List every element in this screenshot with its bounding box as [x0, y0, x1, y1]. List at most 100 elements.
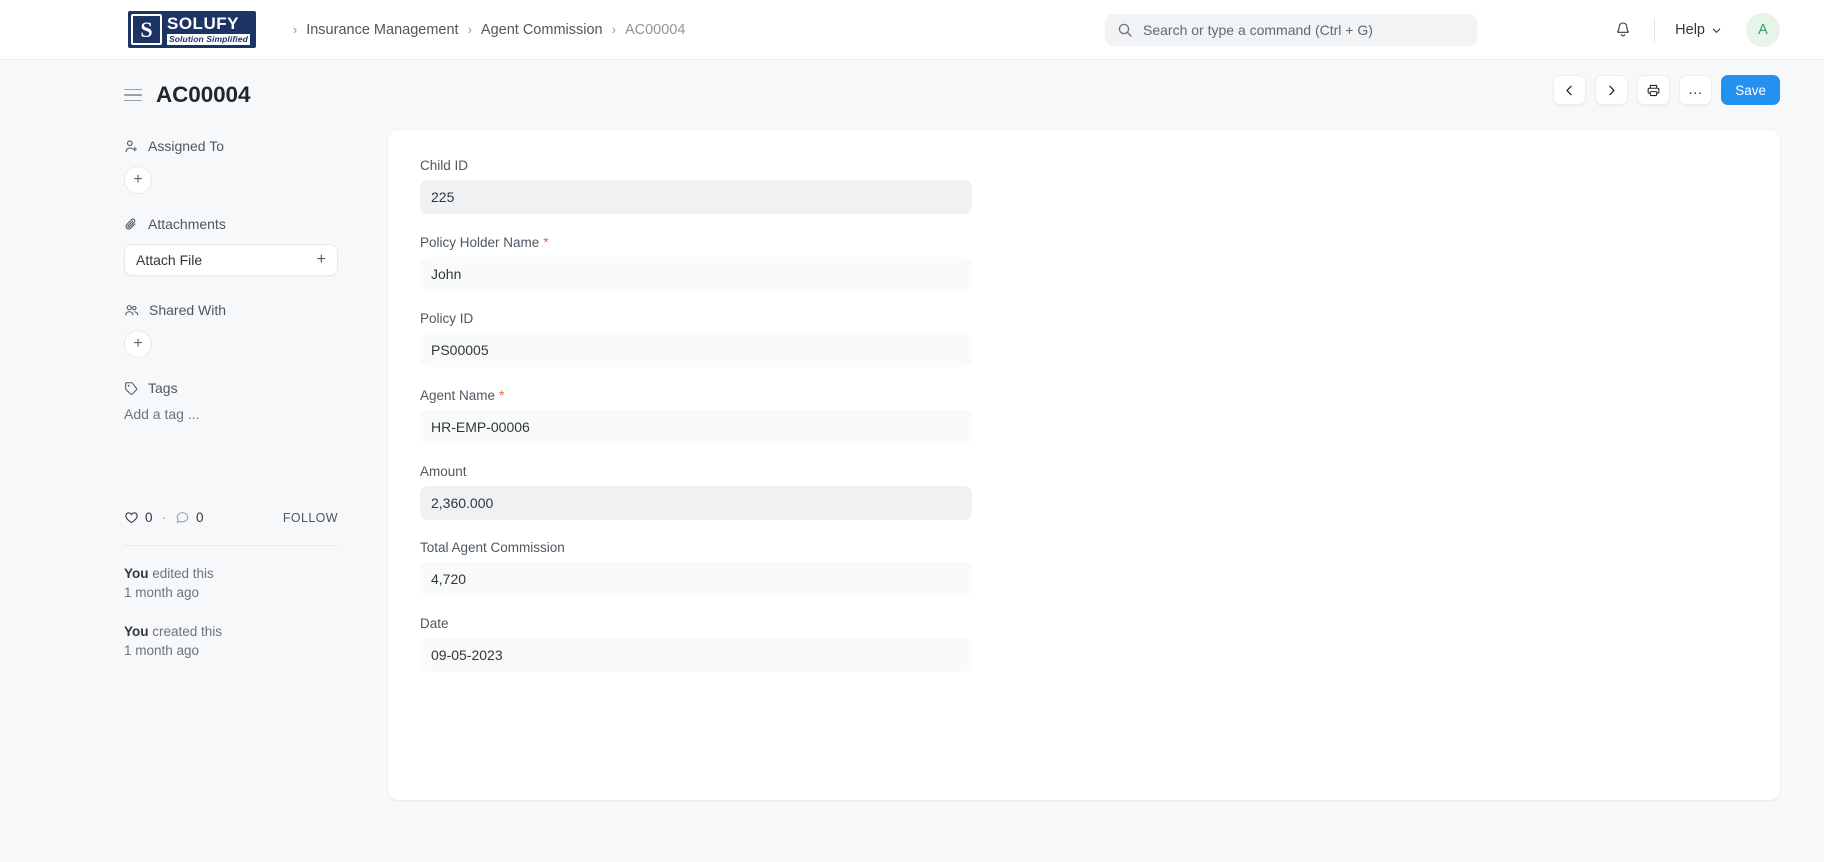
form-card: Child ID Policy Holder Name * Policy ID …	[388, 130, 1780, 800]
breadcrumb: › Insurance Management › Agent Commissio…	[284, 22, 686, 38]
paperclip-icon	[125, 218, 136, 230]
chevron-down-icon	[1712, 28, 1721, 33]
chevron-right-icon	[1609, 85, 1615, 95]
assigned-to-header: Assigned To	[124, 138, 338, 154]
social-actions: 0 · 0 FOLLOW	[124, 510, 338, 525]
breadcrumb-separator-icon: ›	[292, 22, 298, 37]
date-input[interactable]	[420, 638, 972, 672]
attach-file-label: Attach File	[136, 252, 203, 268]
sidebar-toggle-icon[interactable]	[124, 88, 142, 102]
document-sidebar: Assigned To + Attachments Attach File +	[124, 130, 338, 680]
help-menu-button[interactable]: Help	[1669, 18, 1728, 42]
add-share-button[interactable]: +	[124, 330, 152, 358]
field-date: Date	[388, 616, 1780, 672]
field-agent-name: Agent Name *	[388, 387, 1780, 444]
agent-name-input[interactable]	[420, 410, 972, 444]
policy-holder-name-input[interactable]	[420, 257, 972, 291]
activity-action: edited this	[148, 566, 214, 581]
total-agent-commission-input[interactable]	[420, 562, 972, 596]
logo-tagline: Solution Simplified	[167, 33, 250, 45]
printer-icon	[1647, 84, 1660, 96]
top-navbar: S SOLUFY Solution Simplified › Insurance…	[0, 0, 1824, 60]
field-label-text: Policy ID	[420, 311, 474, 326]
activity-time: 1 month ago	[124, 585, 200, 600]
app-logo[interactable]: S SOLUFY Solution Simplified	[128, 11, 256, 48]
field-total-agent-commission: Total Agent Commission	[388, 540, 1780, 596]
attach-file-plus-icon: +	[316, 251, 326, 268]
field-label: Amount	[420, 464, 1748, 479]
bell-icon	[1617, 22, 1630, 37]
social-separator: ·	[161, 510, 167, 525]
breadcrumb-item-insurance-management[interactable]: Insurance Management	[306, 22, 458, 38]
previous-document-button[interactable]	[1553, 75, 1587, 105]
attach-file-button[interactable]: Attach File +	[124, 244, 338, 276]
logo-badge: S SOLUFY Solution Simplified	[128, 11, 256, 48]
more-options-button[interactable]: …	[1679, 75, 1713, 105]
follow-button[interactable]: FOLLOW	[283, 511, 338, 525]
shared-with-header: Shared With	[124, 302, 338, 318]
tags-section: Tags Add a tag ...	[124, 380, 338, 422]
notifications-button[interactable]	[1606, 13, 1640, 47]
logo-text: SOLUFY Solution Simplified	[167, 14, 253, 45]
policy-id-input[interactable]	[420, 333, 972, 367]
field-amount: Amount	[388, 464, 1780, 520]
logo-title: SOLUFY	[167, 13, 239, 33]
breadcrumb-separator-icon: ›	[611, 22, 616, 37]
add-assignment-button[interactable]: +	[124, 166, 152, 194]
shared-with-section: Shared With +	[124, 302, 338, 358]
avatar[interactable]: A	[1746, 13, 1780, 47]
breadcrumb-item-current[interactable]: AC00004	[625, 22, 685, 38]
tags-header: Tags	[124, 380, 338, 396]
page-title: AC00004	[156, 82, 251, 107]
field-policy-id: Policy ID	[388, 311, 1780, 367]
tags-title: Tags	[148, 380, 178, 396]
comment-icon	[176, 512, 189, 523]
child-id-input[interactable]	[420, 180, 972, 214]
attachments-title: Attachments	[148, 216, 226, 232]
search-icon	[1118, 23, 1132, 37]
chevron-left-icon	[1566, 85, 1572, 95]
heart-icon	[125, 512, 138, 524]
field-child-id: Child ID	[388, 158, 1780, 214]
amount-input[interactable]	[420, 486, 972, 520]
logo-mark-icon: S	[131, 14, 162, 45]
search-input[interactable]	[1143, 22, 1465, 38]
required-indicator: *	[499, 387, 505, 403]
activity-actor: You	[124, 566, 149, 581]
field-label-text: Child ID	[420, 158, 469, 173]
breadcrumb-separator-icon: ›	[467, 22, 472, 37]
field-label-text: Total Agent Commission	[420, 540, 565, 555]
field-label: Agent Name *	[420, 387, 1748, 403]
page-toolbar: … Save	[1553, 75, 1780, 105]
users-icon	[125, 304, 139, 315]
save-button[interactable]: Save	[1721, 75, 1780, 105]
shared-with-title: Shared With	[149, 302, 227, 318]
field-label-text: Amount	[420, 464, 467, 479]
user-plus-icon	[125, 139, 138, 152]
required-indicator: *	[543, 234, 549, 250]
like-button[interactable]: 0	[124, 510, 153, 525]
help-label: Help	[1675, 22, 1705, 38]
page-header: AC00004 … Save	[0, 60, 1824, 130]
field-policy-holder-name: Policy Holder Name *	[388, 234, 1780, 291]
activity-item-edited: You edited this 1 month ago	[124, 564, 338, 602]
print-button[interactable]	[1637, 75, 1671, 105]
breadcrumb-item-agent-commission[interactable]: Agent Commission	[481, 22, 603, 38]
page-body: Assigned To + Attachments Attach File +	[0, 130, 1824, 800]
comment-button[interactable]: 0	[175, 510, 204, 525]
navbar-right-actions: Help A	[1606, 0, 1780, 60]
activity-actor: You	[124, 624, 149, 639]
field-label: Total Agent Commission	[420, 540, 1748, 555]
field-label: Policy Holder Name *	[420, 234, 1748, 250]
add-tag-input[interactable]: Add a tag ...	[124, 406, 338, 422]
activity-action: created this	[148, 624, 223, 639]
next-document-button[interactable]	[1595, 75, 1629, 105]
attachments-section: Attachments Attach File +	[124, 216, 338, 276]
search-bar[interactable]	[1105, 14, 1477, 46]
field-label-text: Agent Name	[420, 388, 496, 403]
field-label: Date	[420, 616, 1748, 631]
attachments-header: Attachments	[124, 216, 338, 232]
field-label: Child ID	[420, 158, 1748, 173]
field-label-text: Date	[420, 616, 449, 631]
sidebar-divider	[124, 545, 338, 546]
